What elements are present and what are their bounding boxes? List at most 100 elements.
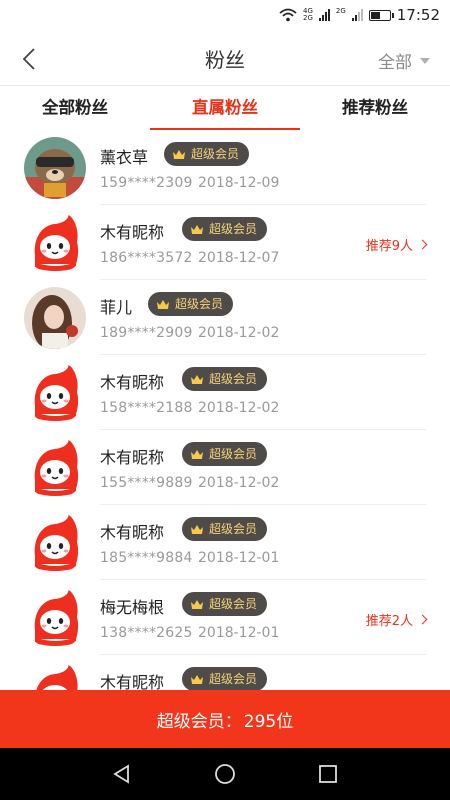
network-2g-label: 2G: [302, 14, 313, 22]
super-member-badge: 超级会员: [182, 367, 268, 391]
fan-phone: 155****9889: [100, 475, 193, 491]
badge-label: 超级会员: [209, 597, 258, 611]
fan-phone: 186****3572: [100, 250, 193, 266]
fan-avatar[interactable]: [24, 362, 86, 424]
fan-row[interactable]: 薰衣草 超级会员 159****2309 2018-12-09: [0, 130, 450, 205]
recommend-count-link[interactable]: 推荐9人: [365, 235, 428, 254]
fan-row[interactable]: 菲儿 超级会员 189****2909 2018-12-02: [0, 280, 450, 355]
fan-row[interactable]: 梅无梅根 超级会员 138****2625 2018-12-01 推荐2人: [0, 580, 450, 655]
network-type: 4G 2G: [303, 8, 313, 22]
tab-recommended-fans-label: 推荐粉丝: [342, 98, 408, 117]
fan-join-date: 2018-12-02: [198, 325, 280, 341]
fan-name: 木有昵称: [100, 373, 165, 392]
square-recents-icon: [319, 765, 338, 783]
fan-row[interactable]: 木有昵称 超级会员 186****3572 2018-12-07 推荐9人: [0, 205, 450, 280]
status-bar: 4G 2G 2G 17:52: [0, 0, 450, 30]
filter-dropdown[interactable]: 全部: [378, 48, 430, 73]
fan-phone: 185****9884: [100, 550, 193, 566]
badge-label: 超级会员: [209, 672, 258, 686]
battery-icon: [368, 9, 394, 21]
crown-icon: [157, 299, 169, 309]
status-icons: 4G 2G 2G 17:52: [279, 5, 440, 25]
fan-join-date: 2018-12-01: [198, 625, 280, 641]
super-member-badge: 超级会员: [182, 217, 268, 241]
crown-icon: [191, 374, 203, 384]
fan-avatar[interactable]: [24, 212, 86, 274]
fan-name: 梅无梅根: [100, 598, 165, 617]
super-member-badge: 超级会员: [182, 667, 268, 690]
super-member-badge: 超级会员: [182, 442, 268, 466]
wifi-icon: [279, 8, 297, 22]
tab-bar: 全部粉丝 直属粉丝 推荐粉丝: [0, 86, 450, 130]
tab-direct-fans[interactable]: 直属粉丝: [150, 86, 300, 130]
signal-icon-2: [351, 9, 363, 21]
fan-join-date: 2018-12-02: [198, 475, 280, 491]
signal-icon: [318, 9, 330, 21]
chevron-right-icon: [417, 239, 428, 250]
fan-phone: 159****2309: [100, 175, 193, 191]
circle-home-icon: [215, 764, 235, 784]
crown-icon: [191, 524, 203, 534]
fan-row[interactable]: 木有昵称 超级会员 185****9884 2018-12-01: [0, 505, 450, 580]
super-member-badge: 超级会员: [182, 517, 268, 541]
crown-icon: [173, 149, 185, 159]
fan-avatar[interactable]: [24, 512, 86, 574]
fan-avatar[interactable]: [24, 437, 86, 499]
fan-row[interactable]: 木有昵称 超级会员 158****2188 2018-12-02: [0, 355, 450, 430]
nav-home-button[interactable]: [205, 754, 245, 794]
fan-avatar[interactable]: [24, 137, 86, 199]
crown-icon: [191, 449, 203, 459]
fan-phone: 189****2909: [100, 325, 193, 341]
fan-avatar[interactable]: [24, 662, 86, 690]
fan-join-date: 2018-12-02: [198, 400, 280, 416]
system-nav-bar: [0, 748, 450, 800]
crown-icon: [191, 674, 203, 684]
fan-name: 木有昵称: [100, 223, 165, 242]
fan-phone: 158****2188: [100, 400, 193, 416]
nav-back-button[interactable]: [102, 754, 142, 794]
chevron-right-icon: [417, 614, 428, 625]
super-member-badge: 超级会员: [182, 592, 268, 616]
crown-icon: [191, 599, 203, 609]
crown-icon: [191, 224, 203, 234]
tab-all-fans-label: 全部粉丝: [42, 98, 108, 117]
fan-name: 薰衣草: [100, 148, 149, 167]
fan-row[interactable]: 木有昵称 超级会员 155****9889 2018-12-02: [0, 430, 450, 505]
status-time: 17:52: [396, 6, 440, 24]
filter-label: 全部: [378, 53, 412, 73]
super-member-badge: 超级会员: [148, 292, 234, 316]
caret-down-icon: [420, 57, 430, 64]
nav-recents-button[interactable]: [308, 754, 348, 794]
triangle-back-icon: [112, 764, 129, 784]
fan-row[interactable]: 木有昵称 超级会员: [0, 655, 450, 690]
tab-direct-fans-label: 直属粉丝: [192, 98, 258, 117]
fan-join-date: 2018-12-01: [198, 550, 280, 566]
fan-name: 木有昵称: [100, 673, 165, 690]
fan-avatar[interactable]: [24, 587, 86, 649]
badge-label: 超级会员: [175, 297, 224, 311]
super-member-label: 超级会员：: [156, 711, 242, 732]
fan-phone: 138****2625: [100, 625, 193, 641]
badge-label: 超级会员: [209, 372, 258, 386]
network-type-2: 2G: [336, 8, 346, 22]
fan-join-date: 2018-12-07: [198, 250, 280, 266]
top-header: 粉丝 全部: [0, 30, 450, 86]
badge-label: 超级会员: [209, 447, 258, 461]
fan-list[interactable]: 薰衣草 超级会员 159****2309 2018-12-09 木有昵称 超级会员 186*…: [0, 130, 450, 690]
super-member-count: 295位: [243, 711, 294, 732]
fan-avatar[interactable]: [24, 287, 86, 349]
recommend-count-label: 推荐9人: [365, 239, 413, 254]
fan-name: 木有昵称: [100, 523, 165, 542]
fan-name: 菲儿: [100, 298, 133, 317]
tab-recommended-fans[interactable]: 推荐粉丝: [300, 86, 450, 130]
badge-label: 超级会员: [209, 222, 258, 236]
super-member-badge: 超级会员: [164, 142, 250, 166]
fan-name: 木有昵称: [100, 448, 165, 467]
badge-label: 超级会员: [191, 147, 240, 161]
recommend-count-label: 推荐2人: [365, 614, 413, 629]
tab-all-fans[interactable]: 全部粉丝: [0, 86, 150, 130]
badge-label: 超级会员: [209, 522, 258, 536]
recommend-count-link[interactable]: 推荐2人: [365, 610, 428, 629]
super-member-summary-bar: 超级会员： 295位: [0, 690, 450, 748]
fan-join-date: 2018-12-09: [198, 175, 280, 191]
